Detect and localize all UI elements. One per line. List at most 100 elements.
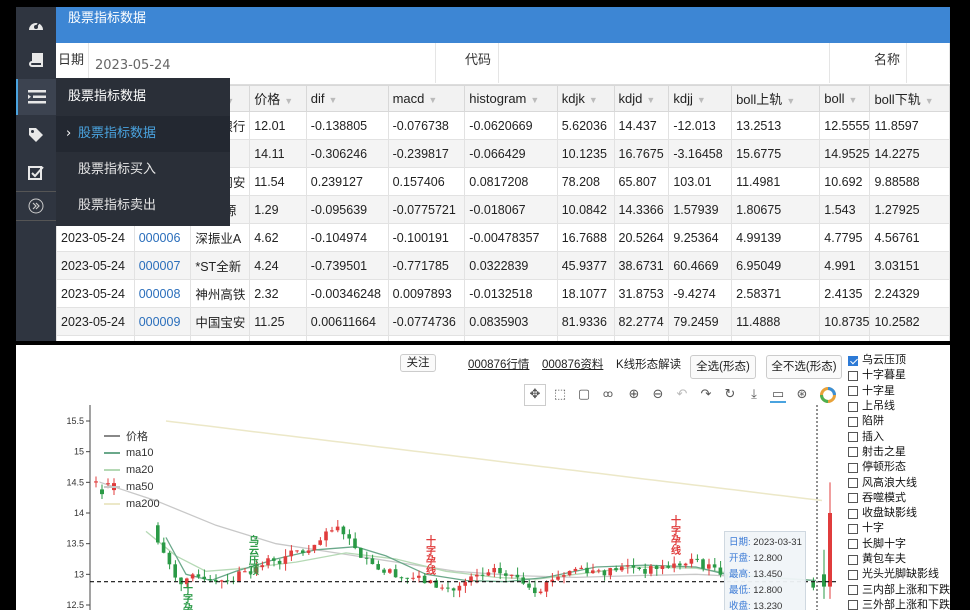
stock-code-link[interactable]: 000006 <box>139 231 181 245</box>
legend-item[interactable]: ma50 <box>104 479 160 496</box>
checkbox-icon[interactable] <box>848 585 858 596</box>
table-cell[interactable]: 000007 <box>133 251 192 280</box>
reset-icon[interactable]: ↻ <box>722 387 738 403</box>
sort-icon[interactable]: ▼ <box>925 96 934 106</box>
pattern-checkbox[interactable]: 十字 <box>848 521 950 536</box>
sort-icon[interactable]: ▼ <box>646 95 655 105</box>
table-cell[interactable]: 000010 <box>133 335 192 341</box>
checkbox-icon[interactable] <box>848 508 858 519</box>
select-all-button[interactable]: 全选(形态) <box>690 355 756 379</box>
pattern-checkbox[interactable]: 收盘缺影线 <box>848 506 950 521</box>
sort-icon[interactable]: ▼ <box>284 96 293 106</box>
menu-item-indicator-buy[interactable]: 股票指标买入 <box>56 152 230 188</box>
crosshair-icon[interactable]: ⊛ <box>794 387 810 403</box>
column-header[interactable]: kdjd ▼ <box>613 85 670 112</box>
table-row[interactable]: 2023-05-24 000007 *ST全新 4.24 -0.739501 -0.771… <box>56 251 950 280</box>
column-header[interactable]: boll下轨 ▼ <box>869 85 950 112</box>
name-input[interactable] <box>906 43 950 83</box>
pattern-checkbox[interactable]: 吞噬模式 <box>848 491 950 506</box>
redo-icon[interactable]: ↷ <box>698 387 714 403</box>
checkbox-icon[interactable] <box>848 447 858 458</box>
pattern-checkbox[interactable]: 插入 <box>848 429 950 444</box>
pattern-checkbox[interactable]: 长脚十字 <box>848 537 950 552</box>
sort-icon[interactable]: ▼ <box>697 95 706 105</box>
pattern-checkbox[interactable]: 风高浪大线 <box>848 475 950 490</box>
pattern-checkbox[interactable]: 射击之星 <box>848 445 950 460</box>
checkbox-icon[interactable] <box>848 554 858 565</box>
table-cell[interactable]: 000008 <box>133 279 192 308</box>
info-link[interactable]: 000876资料 <box>542 356 603 372</box>
checkbox-icon[interactable] <box>848 569 858 580</box>
date-input[interactable]: 2023-05-24 <box>88 43 436 83</box>
checkbox-icon[interactable] <box>848 539 858 550</box>
sort-icon[interactable]: ▼ <box>329 95 338 105</box>
checkbox-icon[interactable] <box>848 600 858 610</box>
column-header[interactable]: dif ▼ <box>305 85 389 112</box>
pattern-checkbox[interactable]: 三内部上涨和下跌 <box>848 582 950 597</box>
undo-icon[interactable]: ↶ <box>674 387 690 403</box>
checkbox-icon[interactable] <box>848 355 858 366</box>
box-select-icon[interactable]: ▢ <box>576 387 592 403</box>
pattern-checkbox[interactable]: 三外部上涨和下跌 <box>848 598 950 610</box>
box-zoom-icon[interactable]: ⬚ <box>552 387 568 403</box>
menu-item-indicator-sell[interactable]: 股票指标卖出 <box>56 188 230 224</box>
table-row[interactable]: 2023-05-24000010美丽生态2.33-0.0794317-0.075… <box>56 335 950 341</box>
checkbox-icon[interactable] <box>848 478 858 489</box>
lasso-icon[interactable]: ꝏ <box>600 387 616 403</box>
table-cell[interactable]: 000006 <box>133 223 192 252</box>
checkbox-icon[interactable] <box>848 462 858 473</box>
pattern-checkbox[interactable]: 十字暮星 <box>848 368 950 383</box>
sort-icon[interactable]: ▼ <box>786 96 795 106</box>
column-header[interactable]: 价格 ▼ <box>249 85 307 112</box>
pattern-checkbox[interactable]: 陷阱 <box>848 414 950 429</box>
sort-icon[interactable]: ▼ <box>589 95 598 105</box>
table-cell[interactable]: 000009 <box>133 307 192 336</box>
pan-icon[interactable]: ✥ <box>524 384 546 406</box>
quote-link[interactable]: 000876行情 <box>468 356 529 372</box>
tag-icon[interactable] <box>16 117 56 153</box>
hover-icon[interactable]: ▭ <box>770 387 786 403</box>
stock-code-link[interactable]: 000009 <box>139 315 181 329</box>
code-input[interactable] <box>498 43 830 83</box>
column-header[interactable]: kdjk ▼ <box>556 85 615 112</box>
stock-code-link[interactable]: 000008 <box>139 287 181 301</box>
save-icon[interactable]: ⤓ <box>746 387 762 403</box>
legend-item[interactable]: ma10 <box>104 444 160 461</box>
table-row[interactable]: 2023-05-24 000009 中国宝安 11.25 0.00611664 -0.07… <box>56 307 950 336</box>
checkbox-icon[interactable] <box>848 416 858 427</box>
checkbox-icon[interactable] <box>848 493 858 504</box>
pattern-checkbox[interactable]: 光头光脚缺影线 <box>848 567 950 582</box>
dashboard-icon[interactable] <box>16 7 56 43</box>
column-header[interactable]: boll上轨 ▼ <box>731 85 821 112</box>
checkbox-icon[interactable] <box>848 523 858 534</box>
checkbox-icon[interactable] <box>848 370 858 381</box>
legend-item[interactable]: 价格 <box>104 427 160 444</box>
follow-button[interactable]: 关注 <box>400 354 436 372</box>
pattern-checkbox[interactable]: 十字星 <box>848 384 950 399</box>
pattern-checkbox[interactable]: 停顿形态 <box>848 460 950 475</box>
checkbox-icon[interactable] <box>848 432 858 443</box>
book-icon[interactable] <box>16 43 56 79</box>
pattern-checkbox[interactable]: 黄包车夫 <box>848 552 950 567</box>
menu-item-indicator-data[interactable]: 股票指标数据 <box>56 116 230 152</box>
sort-icon[interactable]: ▼ <box>849 95 858 105</box>
pattern-checkbox[interactable]: 乌云压顶 <box>848 353 950 368</box>
sort-icon[interactable]: ▼ <box>530 95 539 105</box>
list-icon[interactable] <box>16 79 56 115</box>
select-none-button[interactable]: 全不选(形态) <box>766 355 842 379</box>
checkbox-icon[interactable] <box>848 401 858 412</box>
table-row[interactable]: 2023-05-24 000006 深振业A 4.62 -0.104974 -0.1001… <box>56 223 950 252</box>
zoom-in-icon[interactable]: ⊕ <box>626 387 642 403</box>
checkbox-icon[interactable] <box>848 386 858 397</box>
pattern-checkbox[interactable]: 上吊线 <box>848 399 950 414</box>
zoom-out-icon[interactable]: ⊖ <box>650 387 666 403</box>
column-header[interactable]: histogram ▼ <box>464 85 558 112</box>
expand-icon[interactable] <box>16 191 56 221</box>
column-header[interactable]: boll ▼ <box>819 85 871 112</box>
sort-icon[interactable]: ▼ <box>428 95 437 105</box>
column-header[interactable]: kdjj ▼ <box>668 85 733 112</box>
stock-code-link[interactable]: 000007 <box>139 259 181 273</box>
table-row[interactable]: 2023-05-24 000008 神州高铁 2.32 -0.00346248 0.009… <box>56 279 950 308</box>
legend-item[interactable]: ma20 <box>104 461 160 478</box>
legend-item[interactable]: ma200 <box>104 496 160 513</box>
